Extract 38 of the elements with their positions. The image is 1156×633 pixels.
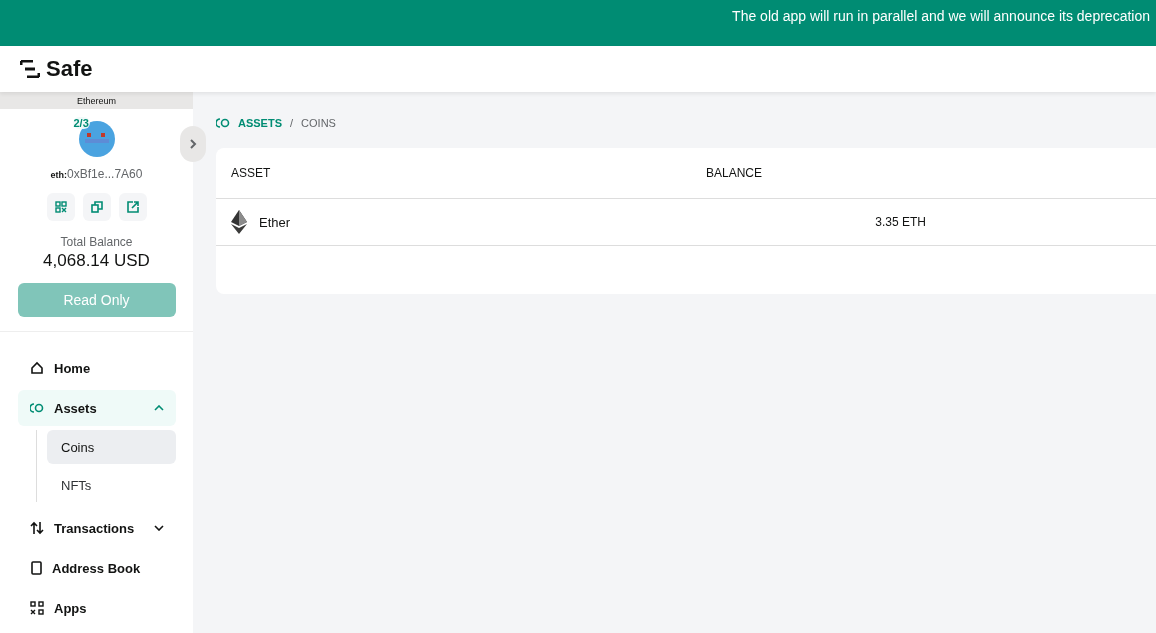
external-link-icon (126, 201, 139, 213)
home-icon (30, 361, 44, 375)
safe-address: eth:0xBf1e...7A60 (50, 167, 143, 181)
copy-icon (90, 201, 103, 213)
balance-value: 4,068.14 USD (43, 251, 150, 271)
logo-icon (20, 60, 40, 78)
breadcrumb-current: COINS (301, 117, 336, 129)
qr-code-icon (54, 201, 67, 213)
nav-item[interactable]: Apps (18, 590, 176, 626)
open-external-button[interactable] (118, 193, 147, 221)
nav-item[interactable]: Transactions (18, 510, 176, 546)
logo-text: Safe (46, 56, 93, 82)
chevron-icon (154, 405, 164, 411)
nav-item[interactable]: Home (18, 350, 176, 386)
chevron-icon (189, 139, 197, 149)
collapse-button[interactable] (180, 126, 206, 162)
coins-icon (30, 401, 44, 415)
qr-code-button[interactable] (46, 193, 75, 221)
chevron-icon (154, 525, 164, 531)
coins-icon (216, 116, 230, 130)
column-header: BALANCE (706, 165, 764, 182)
nav-item[interactable]: Assets (18, 390, 176, 426)
announcement-banner: The old app will run in parallel and we will announce its deprecation (0, 0, 1156, 46)
copy-button[interactable] (82, 193, 111, 221)
column-header: ASSET (231, 165, 272, 182)
book-icon (30, 561, 42, 575)
network-label: Ethereum (0, 92, 193, 109)
balance-cell-text: 3.35 ETH (874, 215, 927, 229)
arrows-icon (30, 521, 44, 535)
threshold-badge: 2/3 (72, 117, 90, 129)
apps-icon (30, 601, 44, 615)
breadcrumb-link[interactable]: ASSETS (238, 117, 282, 129)
balance-label: Total Balance (60, 235, 133, 249)
nav-subitem[interactable]: Coins (47, 430, 176, 464)
nav-item[interactable]: Address Book (18, 550, 176, 586)
ethereum-icon (231, 210, 247, 234)
breadcrumb-separator: / (290, 117, 294, 129)
asset-name: Ether (259, 214, 291, 230)
